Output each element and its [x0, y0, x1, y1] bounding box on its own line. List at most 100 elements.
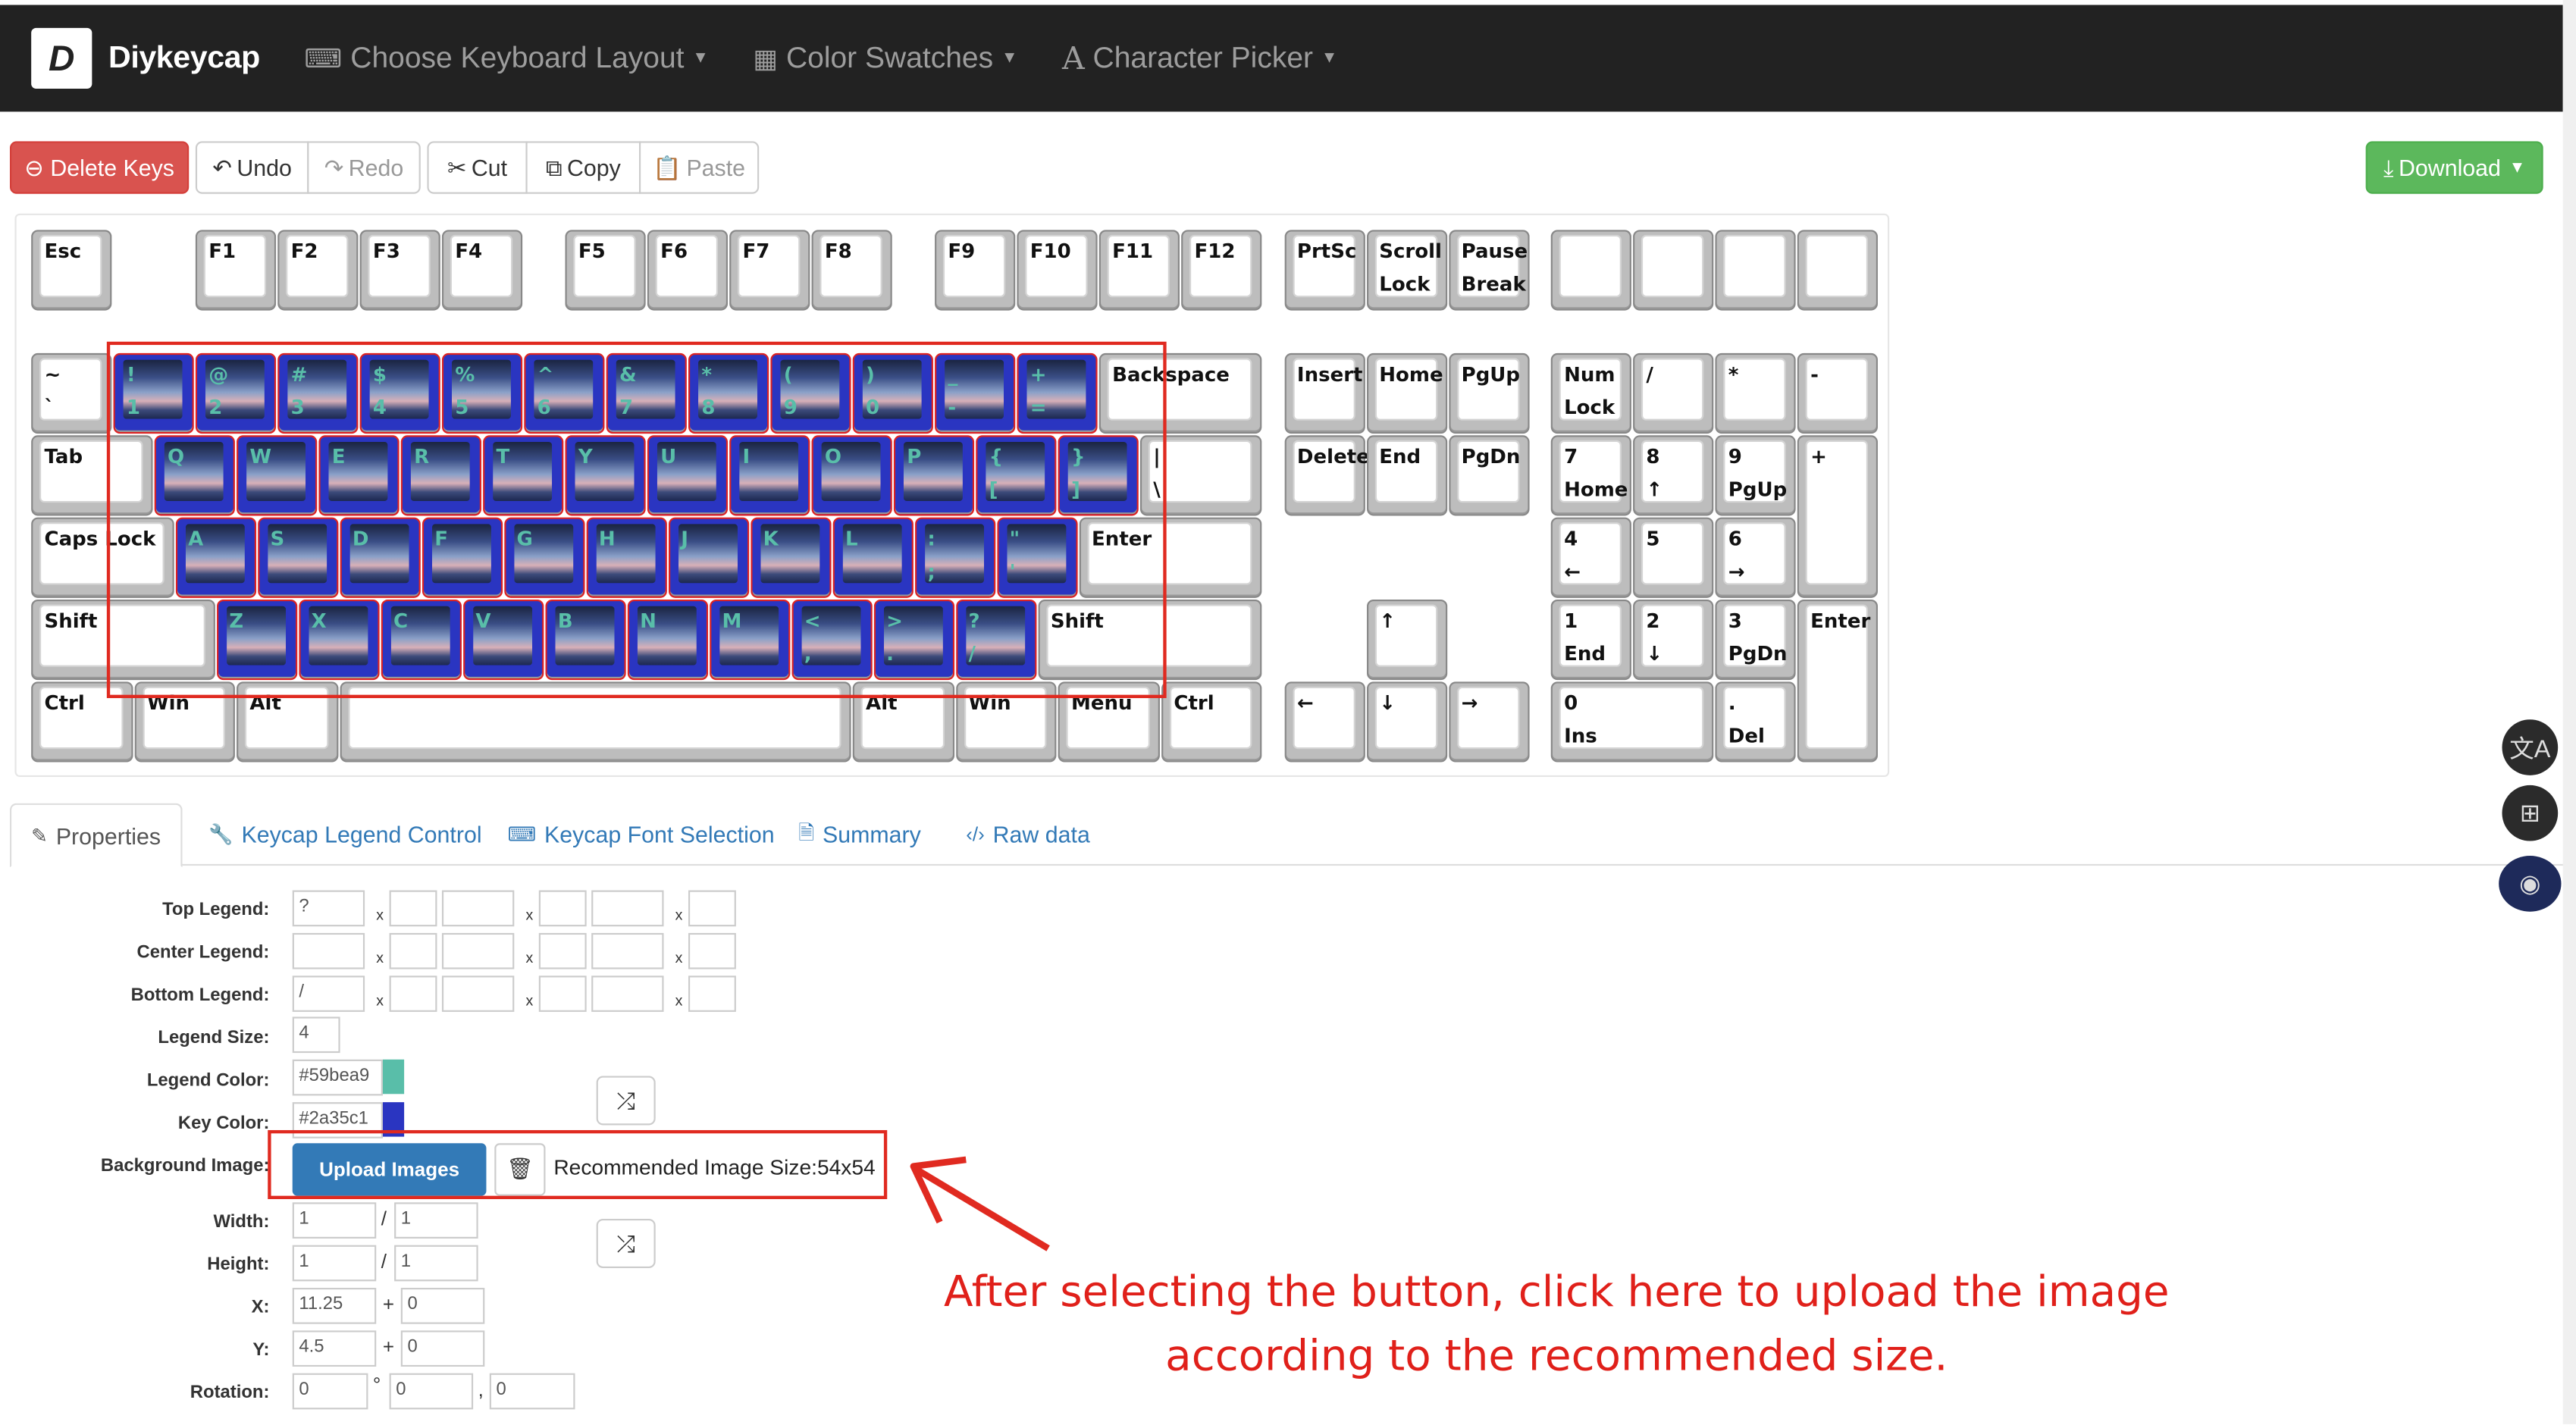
keycap[interactable]: 9 PgUp [1715, 435, 1796, 516]
rotation-angle-input[interactable]: 0 [292, 1373, 368, 1410]
keycap[interactable]: 3 PgDn [1715, 599, 1796, 681]
keycap[interactable]: 7 Home [1550, 435, 1631, 516]
keycap[interactable]: F3 [359, 230, 440, 311]
x-input[interactable]: 11.25 [292, 1288, 377, 1324]
clear-icon[interactable]: x [675, 907, 683, 923]
page-scrollbar[interactable] [2562, 0, 2576, 1424]
y-offset-input[interactable]: 0 [400, 1330, 485, 1367]
keycap[interactable] [1633, 230, 1714, 311]
keycap[interactable]: Ctrl [1161, 681, 1262, 763]
rotation-x-input[interactable]: 0 [389, 1373, 474, 1410]
keycap[interactable]: PrtSc [1283, 230, 1365, 311]
keycap[interactable]: 4 ← [1550, 517, 1631, 598]
keycap[interactable]: * [1715, 352, 1796, 434]
keycap[interactable]: ↓ [1365, 681, 1447, 763]
width-input[interactable]: 1 [292, 1202, 377, 1239]
rotation-y-input[interactable]: 0 [489, 1373, 575, 1410]
keycap[interactable]: F10 [1017, 230, 1098, 311]
keycap[interactable]: F2 [277, 230, 359, 311]
keycap[interactable]: Scroll Lock [1365, 230, 1447, 311]
cut-button[interactable]: ✂ Cut [427, 141, 528, 194]
redo-button[interactable]: ↷ Redo [307, 141, 421, 194]
y-input[interactable]: 4.5 [292, 1330, 377, 1367]
legend-color-input[interactable]: #59bea9 [292, 1059, 383, 1096]
paste-button[interactable]: 📋 Paste [639, 141, 760, 194]
menu-color-swatches[interactable]: ▦ Color Swatches ▼ [753, 41, 1017, 76]
legend-text-input[interactable] [441, 976, 515, 1012]
keycap[interactable]: 5 [1633, 517, 1714, 598]
menu-character-picker[interactable]: A Character Picker ▼ [1062, 40, 1337, 77]
keycap[interactable]: 6 → [1715, 517, 1796, 598]
clear-icon[interactable]: x [376, 907, 384, 923]
brand-name[interactable]: Diykeycap [108, 40, 260, 77]
keycap[interactable]: F9 [935, 230, 1016, 311]
tab-raw-data[interactable]: ‹/› Raw data [966, 803, 1090, 866]
brand-logo[interactable]: D [31, 27, 92, 89]
translate-icon[interactable]: 文A [2502, 719, 2559, 775]
tab-properties[interactable]: ✎ Properties [10, 803, 183, 868]
legend-size-small-input[interactable] [538, 890, 587, 927]
clear-icon[interactable]: x [525, 950, 533, 966]
clear-icon[interactable]: x [675, 992, 683, 1009]
keycap[interactable]: Enter [1797, 599, 1878, 763]
apps-icon[interactable]: ⊞ [2502, 785, 2559, 841]
keycap[interactable]: 0 Ins [1550, 681, 1714, 763]
keycap[interactable]: F12 [1181, 230, 1262, 311]
keycap[interactable]: F1 [195, 230, 277, 311]
keycap[interactable]: Insert [1283, 352, 1365, 434]
legend-text-input[interactable] [591, 932, 664, 969]
legend-text-input[interactable]: ? [292, 890, 365, 927]
keycap[interactable]: 1 End [1550, 599, 1631, 681]
legend-size-small-input[interactable] [538, 976, 587, 1012]
shuffle-color-button[interactable]: ⤮ [596, 1076, 656, 1126]
legend-color-swatch[interactable] [382, 1059, 405, 1095]
legend-text-input[interactable]: / [292, 976, 365, 1012]
clear-icon[interactable]: x [525, 907, 533, 923]
keycap[interactable] [1715, 230, 1796, 311]
delete-keys-button[interactable]: ⊖ Delete Keys [10, 141, 190, 194]
shuffle-size-button[interactable]: ⤮ [596, 1218, 656, 1269]
tab-summary[interactable]: 🗎 Summary [798, 803, 921, 866]
clear-icon[interactable]: x [376, 992, 384, 1009]
width-secondary-input[interactable]: 1 [394, 1202, 478, 1239]
keycap[interactable]: Pause Break [1448, 230, 1529, 311]
keycap[interactable]: / [1633, 352, 1714, 434]
legend-size-small-input[interactable] [389, 890, 437, 927]
clear-icon[interactable]: x [376, 950, 384, 966]
clear-icon[interactable]: x [525, 992, 533, 1009]
keycap[interactable]: PgUp [1448, 352, 1529, 434]
keycap[interactable]: - [1797, 352, 1878, 434]
keycap[interactable]: Delete [1283, 435, 1370, 516]
keycap[interactable]: F5 [565, 230, 646, 311]
legend-size-small-input[interactable] [688, 890, 736, 927]
legend-size-input[interactable]: 4 [292, 1016, 340, 1054]
keycap[interactable]: Num Lock [1550, 352, 1631, 434]
height-secondary-input[interactable]: 1 [394, 1245, 478, 1282]
keycap[interactable]: 8 ↑ [1633, 435, 1714, 516]
keycap[interactable]: End [1365, 435, 1447, 516]
legend-size-small-input[interactable] [688, 976, 736, 1012]
keycap[interactable]: ↑ [1365, 599, 1447, 681]
x-offset-input[interactable]: 0 [400, 1288, 485, 1324]
undo-button[interactable]: ↶ Undo [195, 141, 309, 194]
height-input[interactable]: 1 [292, 1245, 377, 1282]
legend-text-input[interactable] [292, 932, 365, 969]
clear-icon[interactable]: x [675, 950, 683, 966]
keycap[interactable]: + [1797, 435, 1878, 598]
assistant-avatar-icon[interactable]: ◉ [2499, 856, 2562, 912]
menu-keyboard-layout[interactable]: ⌨ Choose Keyboard Layout ▼ [304, 41, 708, 76]
keycap[interactable] [1550, 230, 1631, 311]
keycap[interactable]: F4 [441, 230, 523, 311]
legend-size-small-input[interactable] [538, 932, 587, 969]
keycap[interactable]: ~ ` [31, 352, 112, 434]
keycap[interactable]: F8 [811, 230, 892, 311]
legend-text-input[interactable] [591, 976, 664, 1012]
legend-text-input[interactable] [591, 890, 664, 927]
keycap[interactable] [1797, 230, 1878, 311]
keycap[interactable]: → [1448, 681, 1529, 763]
copy-button[interactable]: ⧉ Copy [525, 141, 641, 194]
legend-size-small-input[interactable] [688, 932, 736, 969]
keycap[interactable]: 2 ↓ [1633, 599, 1714, 681]
tab-keycap-legend-control[interactable]: 🔧 Keycap Legend Control [208, 803, 481, 866]
legend-size-small-input[interactable] [389, 932, 437, 969]
